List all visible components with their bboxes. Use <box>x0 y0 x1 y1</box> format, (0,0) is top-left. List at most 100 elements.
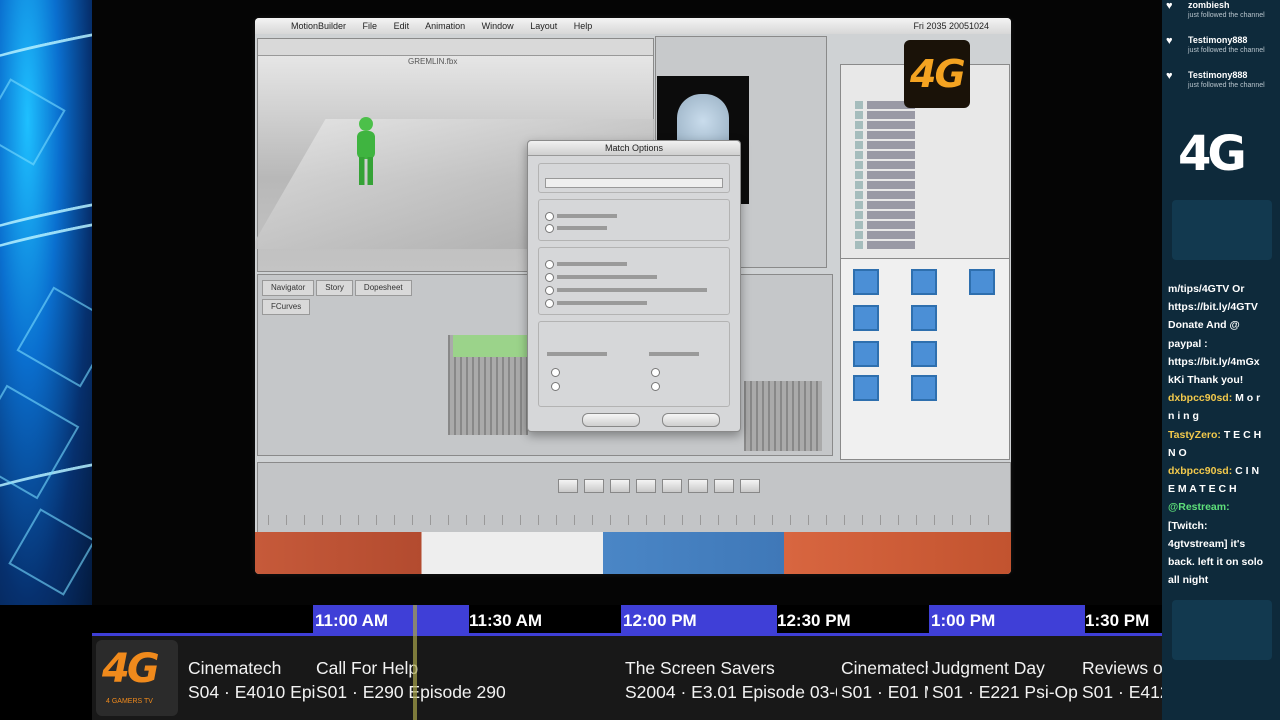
chat-line: m/tips/4GTV Or <box>1168 283 1245 295</box>
program-cell[interactable]: Judgment Day S01 · E221 Psi-Ops <box>932 656 1078 704</box>
asset-browser <box>840 258 1010 460</box>
match-object-section <box>538 163 730 193</box>
match-time-section <box>538 247 730 315</box>
time-slot: 11:30 AM <box>469 611 543 630</box>
chat-line: kKi Thank you! <box>1168 374 1244 387</box>
app-name: MotionBuilder <box>291 21 347 31</box>
program-episode: S01 · E290 Episode 290 <box>316 682 506 702</box>
guide-logo-text: 4G <box>102 646 160 692</box>
tab-dopesheet: Dopesheet <box>354 280 412 296</box>
watermark-text: 4G <box>910 52 966 96</box>
asset-icon <box>853 305 879 331</box>
time-slot: 12:30 PM <box>777 611 851 630</box>
transport-buttons <box>558 479 778 493</box>
tab-story: Story <box>316 280 353 296</box>
follow-message: just followed the channel <box>1188 82 1265 89</box>
mac-menubar: MotionBuilder File Edit Animation Window… <box>255 18 1011 34</box>
chat-line: N O <box>1168 446 1187 459</box>
program-cell[interactable]: Cinematech S01 · E01 M <box>841 656 928 704</box>
time-slot: 1:00 PM <box>929 605 1085 635</box>
timeline-ruler <box>268 515 998 525</box>
program-episode: S01 · E01 M <box>841 682 928 702</box>
program-title: Cinematech <box>841 658 928 678</box>
sidebar-4g-logo: 4G <box>1178 126 1268 182</box>
asset-icon <box>969 269 995 295</box>
guide-logo-subtitle: 4 GAMERS TV <box>106 698 153 705</box>
program-title: The Screen Savers <box>625 658 775 678</box>
program-title: Cinematech <box>188 658 282 678</box>
dialog-title: Match Options <box>528 141 740 156</box>
menubar-clock: Fri 2035 20051024 <box>913 21 989 31</box>
asset-icon <box>911 341 937 367</box>
chat-line: [Twitch: <box>1168 519 1208 532</box>
program-title: Call For Help <box>316 658 419 678</box>
program-cell[interactable]: Reviews on S01 · E412 <box>1082 656 1162 704</box>
time-slot: 12:00 PM <box>621 605 777 635</box>
program-episode: S01 · E412 <box>1082 682 1162 702</box>
time-row-accent <box>92 633 1162 636</box>
asset-icon <box>853 269 879 295</box>
menu-file: File <box>362 21 378 31</box>
menu-window: Window <box>481 21 514 31</box>
dialog-ok-button <box>582 413 640 427</box>
story-track <box>744 381 822 451</box>
chat-line: Donate And @ <box>1168 319 1240 332</box>
sidebar-logo-text: 4G <box>1178 126 1247 182</box>
follower-name: Testimony888 <box>1188 70 1248 80</box>
motionbuilder-window: MotionBuilder File Edit Animation Window… <box>255 18 1011 574</box>
tab-fcurves: FCurves <box>262 299 311 315</box>
menu-layout: Layout <box>530 21 558 31</box>
program-episode: S04 · E4010 Episode <box>188 682 315 702</box>
asset-icon <box>853 375 879 401</box>
4g-watermark-logo: 4G <box>904 40 970 108</box>
chat-line: dxbpcc90sd: C I N <box>1168 465 1260 478</box>
menu-help: Help <box>573 21 593 31</box>
gremlin-character <box>353 117 379 187</box>
viewport-toolbar <box>258 39 653 56</box>
chat-feed: m/tips/4GTV Or https://bit.ly/4GTV Donat… <box>1168 280 1280 589</box>
program-cell[interactable]: The Screen Savers S2004 · E3.01 Episode … <box>625 656 837 704</box>
program-episode: S01 · E221 Psi-Ops <box>932 682 1078 702</box>
time-slot: 11:00 AM <box>313 605 469 635</box>
follower-name: zombiesh <box>1188 0 1230 10</box>
match-position-section <box>538 321 730 407</box>
menu-animation: Animation <box>425 21 466 31</box>
heart-icon: ♥ <box>1166 35 1173 47</box>
heart-icon: ♥ <box>1166 0 1173 12</box>
chat-line: dxbpcc90sd: M o r <box>1168 392 1261 405</box>
chat-line: https://bit.ly/4GTV <box>1168 301 1258 314</box>
menu-edit: Edit <box>393 21 410 31</box>
chat-line: E M A T E C H <box>1168 483 1237 496</box>
left-decorative-panel <box>0 0 92 605</box>
dialog-cancel-button <box>662 413 720 427</box>
asset-icon <box>911 305 937 331</box>
program-title: Reviews on <box>1082 658 1162 678</box>
chat-line: paypal : <box>1168 337 1208 350</box>
asset-icon <box>853 341 879 367</box>
current-time-indicator <box>413 605 417 720</box>
desktop-background <box>255 532 1011 574</box>
guide-4g-logo: 4G 4 GAMERS TV <box>96 640 178 716</box>
program-cell[interactable]: Cinematech S04 · E4010 Episode <box>188 656 315 704</box>
match-options-dialog: Match Options <box>527 140 741 432</box>
match-clip-section <box>538 199 730 241</box>
asset-icon <box>911 375 937 401</box>
chat-line: https://bit.ly/4mGx <box>1168 355 1260 368</box>
follow-message: just followed the channel <box>1188 12 1265 19</box>
story-clip <box>453 335 528 357</box>
asset-icon <box>911 269 937 295</box>
chat-line: all night <box>1168 574 1209 587</box>
chat-line: TastyZero: T E C H <box>1168 428 1262 441</box>
viewport-title: GREMLIN.fbx <box>408 57 458 66</box>
chat-line: back. left it on solo <box>1168 556 1264 569</box>
chat-line: n i n g <box>1168 410 1199 423</box>
program-episode: S2004 · E3.01 Episode 03-0 <box>625 682 837 702</box>
time-slot: 1:30 PM <box>1085 611 1150 630</box>
chat-line: 4gtvstream] it's <box>1168 537 1246 550</box>
follower-name: Testimony888 <box>1188 35 1248 45</box>
follow-message: just followed the channel <box>1188 47 1265 54</box>
program-title: Judgment Day <box>932 658 1045 678</box>
tab-navigator: Navigator <box>262 280 315 296</box>
program-cell[interactable]: Call For Help S01 · E290 Episode 290 <box>316 656 622 704</box>
story-tabs: Navigator Story Dopesheet FCurves <box>262 277 462 315</box>
